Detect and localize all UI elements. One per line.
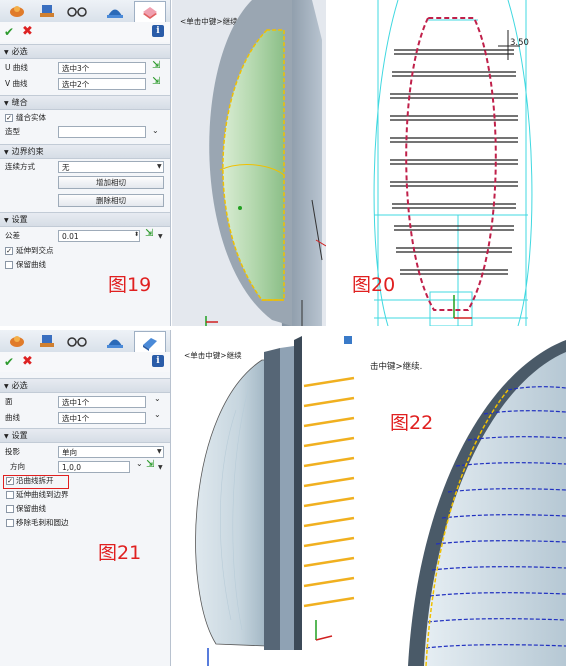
dome-icon	[107, 9, 123, 18]
stamp-icon	[40, 5, 54, 17]
surface-icon	[143, 337, 157, 351]
tolerance-field[interactable]: 0.01	[58, 230, 140, 242]
chevron-down-icon[interactable]: ⌄	[136, 459, 143, 468]
tab-shape[interactable]	[2, 1, 32, 21]
shape-label: 造型	[5, 127, 20, 136]
close-icon[interactable]: ✖	[22, 24, 33, 39]
section-stitch[interactable]: ▼ 缝合	[0, 95, 170, 110]
viewport-fig20[interactable]: 3.50 图20	[338, 0, 566, 326]
chevron-down-icon[interactable]: ⌄	[152, 126, 159, 135]
remove-burr-label: 移除毛刺和圆边	[16, 518, 69, 527]
u-curve-field[interactable]: 选中3个	[58, 62, 146, 74]
u-curve-label: U 曲线	[5, 63, 28, 72]
section-settings[interactable]: ▼ 设置	[0, 428, 170, 443]
close-icon[interactable]: ✖	[22, 354, 33, 369]
extend-curve-checkbox[interactable]	[6, 491, 14, 499]
spin-icon[interactable]: ⬍	[134, 231, 139, 238]
curve-label: 曲线	[5, 413, 20, 422]
extend-curve-label: 延伸曲线到边界	[16, 490, 69, 499]
action-bar: ✔ ✖ i	[0, 352, 170, 372]
viewport-fig19[interactable]: <单击中键>继续	[172, 0, 326, 326]
chevron-down-icon[interactable]: ⌄	[154, 394, 161, 403]
model-view	[408, 340, 566, 666]
tab-feature[interactable]	[32, 331, 62, 351]
figure-label-19: 图19	[108, 274, 152, 296]
model-view	[195, 336, 355, 666]
tab-surface[interactable]	[134, 331, 166, 353]
pick-icon[interactable]: ⇲	[145, 228, 153, 239]
pick-icon[interactable]: ⇲	[146, 459, 154, 470]
dropdown-icon[interactable]: ▼	[158, 233, 163, 240]
section-required[interactable]: ▼ 必选	[0, 44, 170, 59]
extend-checkbox[interactable]: ✓	[5, 247, 13, 255]
viewport-fig22[interactable]: 击中键>继续. 图22	[368, 330, 566, 666]
split-label: 沿曲线拆开	[16, 476, 54, 485]
direction-label: 方向	[10, 462, 25, 471]
tab-render[interactable]	[100, 331, 130, 351]
glasses-icon	[67, 337, 87, 347]
check-icon[interactable]: ✔	[4, 355, 14, 369]
direction-field[interactable]: 1,0,0	[58, 461, 130, 473]
v-curve-label: V 曲线	[5, 79, 28, 88]
remove-burr-checkbox[interactable]	[6, 519, 14, 527]
glasses-icon	[67, 7, 87, 17]
info-icon[interactable]: i	[152, 355, 164, 367]
face-label: 面	[5, 397, 13, 406]
dropdown-icon[interactable]: ▼	[157, 448, 162, 455]
keep-curve-checkbox[interactable]	[6, 505, 14, 513]
stamp-icon	[40, 335, 54, 347]
shape-icon	[10, 336, 24, 347]
tab-feature[interactable]	[32, 1, 62, 21]
tab-render[interactable]	[100, 1, 130, 21]
figure-label-21: 图21	[98, 542, 142, 564]
tab-view[interactable]	[62, 1, 92, 21]
figure-label-20: 图20	[352, 274, 396, 296]
section-boundary[interactable]: ▼ 边界约束	[0, 144, 170, 159]
dropdown-icon[interactable]: ▼	[158, 464, 163, 471]
curve-field[interactable]: 选中1个	[58, 412, 146, 424]
shape-field[interactable]	[58, 126, 146, 138]
panel-tabbar	[0, 0, 170, 23]
keep-curve-label: 保留曲线	[16, 260, 46, 269]
v-curve-field[interactable]: 选中2个	[58, 78, 146, 90]
panel-tabbar	[0, 330, 170, 353]
shape-icon	[10, 6, 24, 17]
dropdown-icon[interactable]: ▼	[157, 163, 162, 170]
projection-select[interactable]: 单向	[58, 446, 164, 458]
dome-icon	[107, 339, 123, 348]
projection-label: 投影	[5, 447, 20, 456]
dimension-label: 3.50	[510, 38, 529, 48]
keep-curve-label: 保留曲线	[16, 504, 46, 513]
connect-select[interactable]: 无	[58, 161, 164, 173]
stitch-checkbox[interactable]: ✓	[5, 114, 13, 122]
tab-shape[interactable]	[2, 331, 32, 351]
viewport-fig21[interactable]: <单击中键>继续	[176, 330, 366, 666]
check-icon[interactable]: ✔	[4, 25, 14, 39]
info-icon[interactable]: i	[152, 25, 164, 37]
face-field[interactable]: 选中1个	[58, 396, 146, 408]
keep-curve-checkbox[interactable]	[5, 261, 13, 269]
split-checkbox[interactable]: ✓	[6, 477, 14, 485]
section-settings[interactable]: ▼ 设置	[0, 212, 170, 227]
model-view	[205, 0, 326, 326]
delete-tangent-button[interactable]: 删除相切	[58, 194, 164, 207]
tab-view[interactable]	[62, 331, 92, 351]
action-bar: ✔ ✖ i	[0, 22, 170, 42]
pick-icon[interactable]: ⇲	[152, 60, 160, 71]
stitch-label: 缝合实体	[16, 113, 46, 122]
tolerance-label: 公差	[5, 231, 20, 240]
pick-icon[interactable]: ⇲	[152, 76, 160, 87]
connect-label: 连续方式	[5, 162, 35, 171]
layers-icon	[143, 6, 157, 19]
section-required[interactable]: ▼ 必选	[0, 378, 170, 393]
chevron-down-icon[interactable]: ⌄	[154, 410, 161, 419]
tab-layers[interactable]	[134, 1, 166, 23]
add-tangent-button[interactable]: 增加相切	[58, 176, 164, 189]
extend-label: 延伸到交点	[16, 246, 54, 255]
property-panel-bottom: ✔ ✖ i ▼ 必选 面 选中1个 ⌄ 曲线 选中1个 ⌄ ▼ 设置 投影 单向 ▼…	[0, 330, 171, 666]
